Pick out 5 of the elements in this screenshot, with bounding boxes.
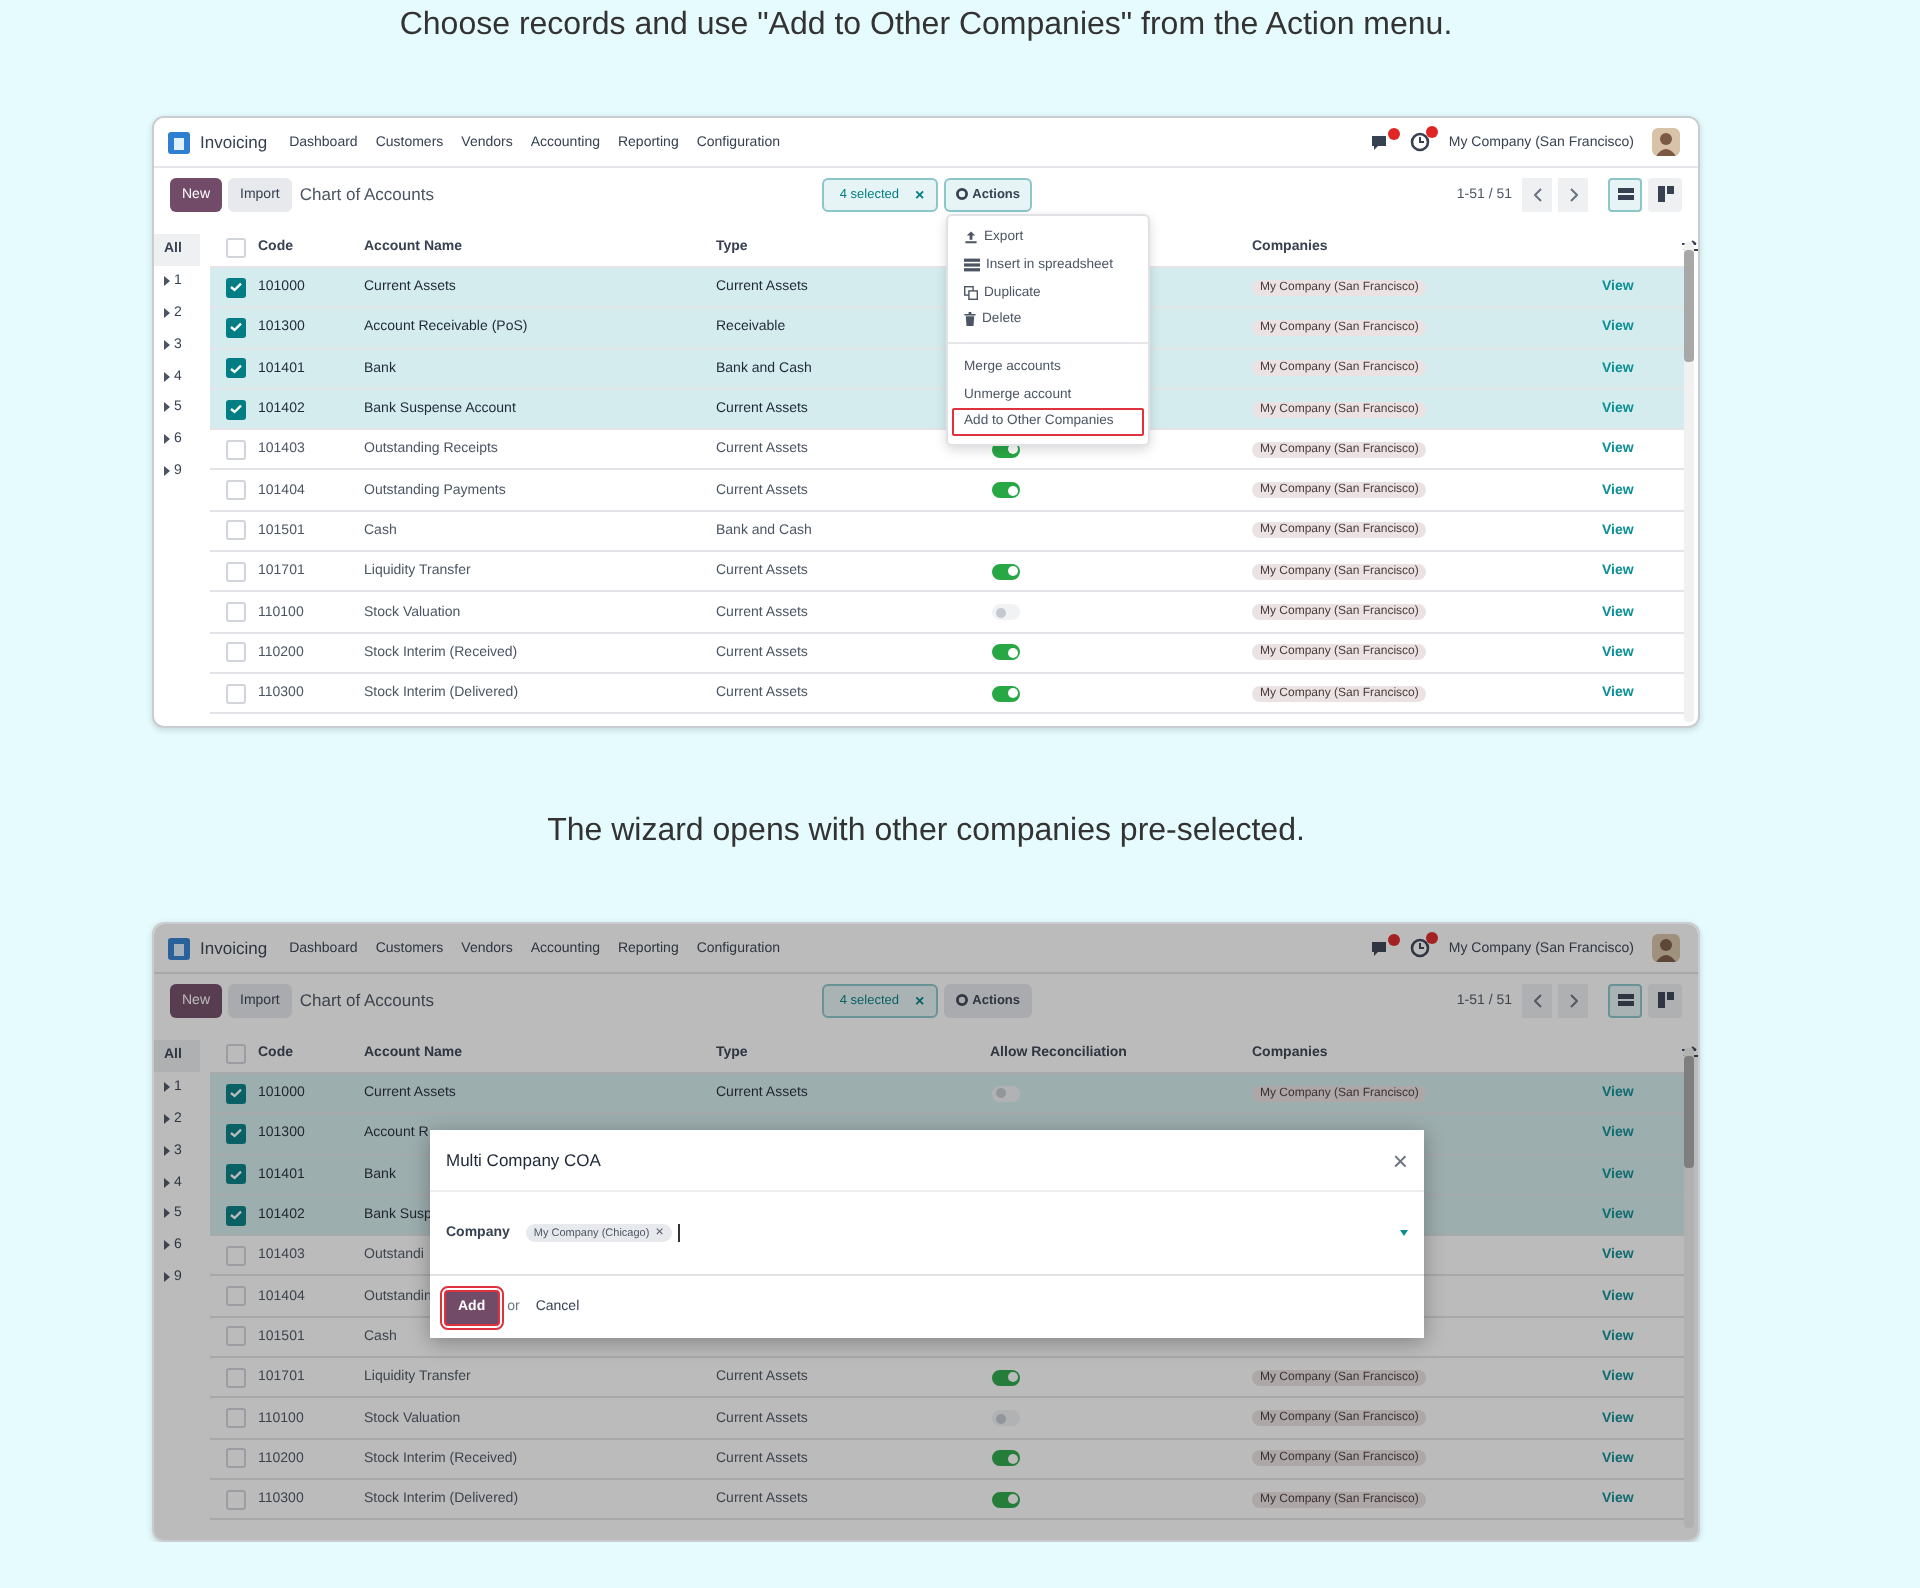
breadcrumb-title: Chart of Accounts	[299, 990, 436, 1010]
step-caption: The wizard opens with other companies pre-selected.	[545, 812, 1307, 852]
step-caption: Choose records and use "Add to Other Companies" from the Action menu.	[397, 6, 1455, 46]
dialog-title: Multi Company COA	[446, 1150, 601, 1170]
breadcrumb-title: Chart of Accounts	[299, 184, 436, 204]
